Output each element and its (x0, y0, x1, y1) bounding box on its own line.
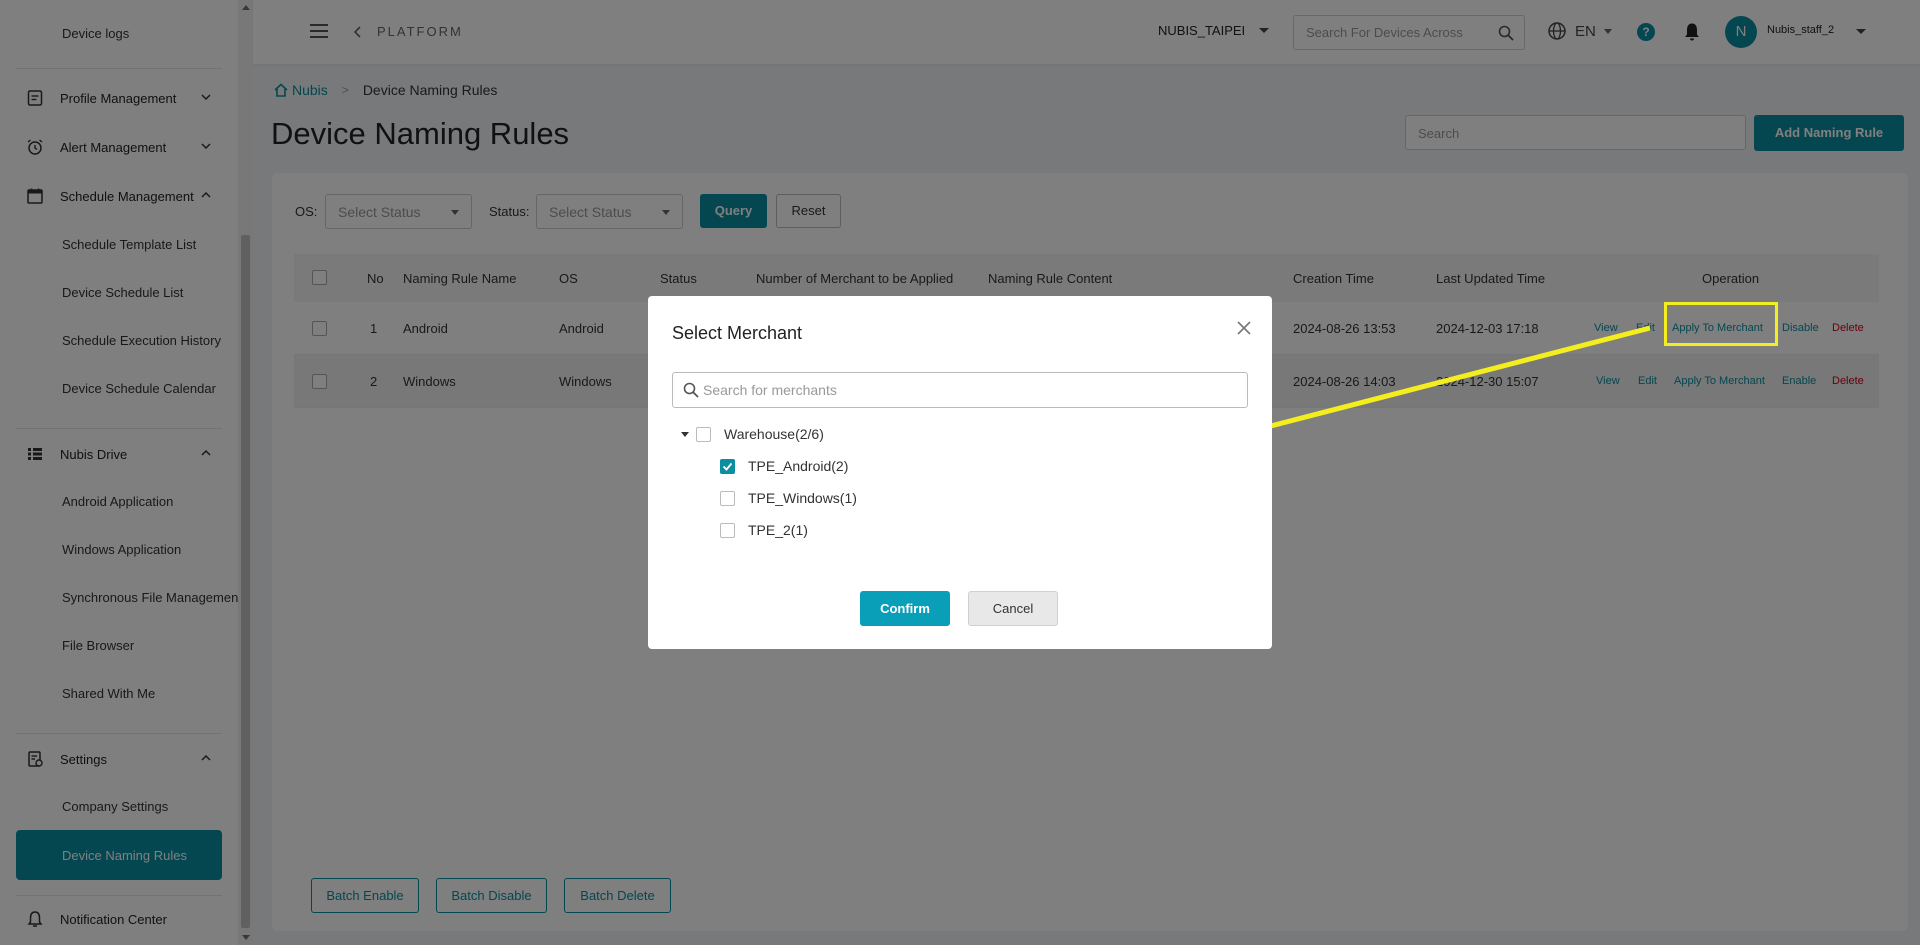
dialog-title: Select Merchant (672, 323, 803, 343)
app-root: Device logs Profile Management Alert Man… (0, 0, 1920, 945)
tree-checkbox-tpe-windows[interactable] (720, 491, 735, 506)
tree-node-tpe-2[interactable]: TPE_2(1) (748, 522, 808, 538)
tree-node-tpe-android[interactable]: TPE_Android(2) (748, 458, 848, 474)
tree-checkbox-tpe-android[interactable] (720, 459, 735, 474)
select-merchant-dialog: Select Merchant Search for merchants War… (648, 296, 1272, 649)
tree-node-warehouse[interactable]: Warehouse(2/6) (724, 426, 824, 442)
search-icon (683, 382, 699, 398)
tree-node-tpe-windows[interactable]: TPE_Windows(1) (748, 490, 857, 506)
annotation-highlight-box (1664, 302, 1778, 346)
checkmark-icon (722, 462, 733, 471)
merchant-search-placeholder: Search for merchants (703, 382, 837, 398)
confirm-button[interactable]: Confirm (860, 591, 950, 626)
close-icon[interactable] (1234, 318, 1254, 338)
merchant-search-input[interactable]: Search for merchants (672, 372, 1248, 408)
tree-checkbox-warehouse[interactable] (696, 427, 711, 442)
tree-expand-caret-icon[interactable] (681, 432, 689, 437)
tree-checkbox-tpe-2[interactable] (720, 523, 735, 538)
cancel-button[interactable]: Cancel (968, 591, 1058, 626)
